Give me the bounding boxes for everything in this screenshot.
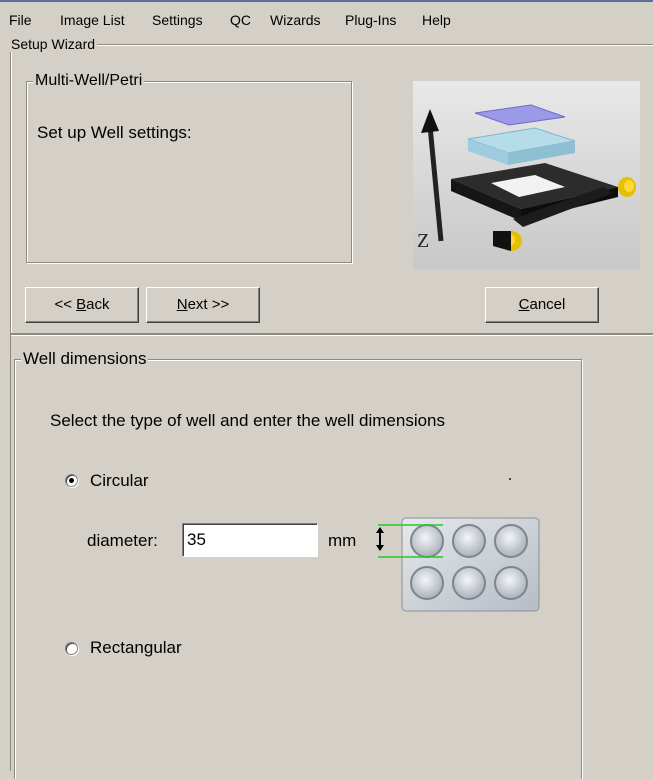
microscope-stage-image: Z — [413, 81, 640, 269]
rectangular-label[interactable]: Rectangular — [90, 638, 182, 658]
setup-wizard-title: Setup Wizard — [9, 36, 98, 52]
instruction-text: Select the type of well and enter the we… — [50, 411, 446, 430]
circular-radio-dot — [69, 478, 74, 483]
section-divider — [10, 334, 653, 335]
stray-dot — [509, 478, 511, 480]
diameter-label: diameter: — [87, 531, 158, 550]
menu-qc[interactable]: QC — [230, 12, 251, 28]
step-group: Multi-Well/Petri Set up Well settings: — [26, 72, 352, 263]
step-group-title: Multi-Well/Petri — [33, 72, 145, 90]
cancel-button-mnemonic: C — [518, 296, 530, 313]
menu-bar: File Image List Settings QC Wizards Plug… — [0, 0, 653, 36]
cancel-button[interactable]: Cancel — [485, 287, 599, 323]
circular-radio[interactable] — [65, 474, 78, 487]
step-text: Set up Well settings: — [37, 123, 192, 142]
diameter-input[interactable] — [182, 523, 318, 557]
back-button-prefix: << — [54, 296, 77, 313]
stage-illustration: Z — [413, 81, 640, 269]
well-plate-image — [378, 517, 540, 613]
well-dimensions-title: Well dimensions — [21, 349, 149, 369]
back-button-rest: ack — [86, 296, 110, 313]
next-button-rest: ext >> — [187, 296, 230, 313]
circular-label[interactable]: Circular — [90, 471, 149, 491]
z-axis-label: Z — [417, 230, 429, 252]
next-button-mnemonic: N — [176, 296, 188, 313]
back-button-mnemonic: B — [76, 296, 87, 313]
menu-file[interactable]: File — [9, 12, 32, 28]
menu-wizards[interactable]: Wizards — [270, 12, 321, 28]
back-button[interactable]: << Back — [25, 287, 139, 323]
menu-image-list[interactable]: Image List — [60, 12, 125, 28]
rectangular-radio[interactable] — [65, 642, 78, 655]
menu-settings[interactable]: Settings — [152, 12, 203, 28]
unit-label: mm — [328, 531, 357, 550]
cancel-button-rest: ancel — [529, 296, 566, 313]
panel-left-edge — [10, 334, 11, 771]
menu-help[interactable]: Help — [422, 12, 451, 28]
menu-plug-ins[interactable]: Plug-Ins — [345, 12, 396, 28]
next-button[interactable]: Next >> — [146, 287, 260, 323]
